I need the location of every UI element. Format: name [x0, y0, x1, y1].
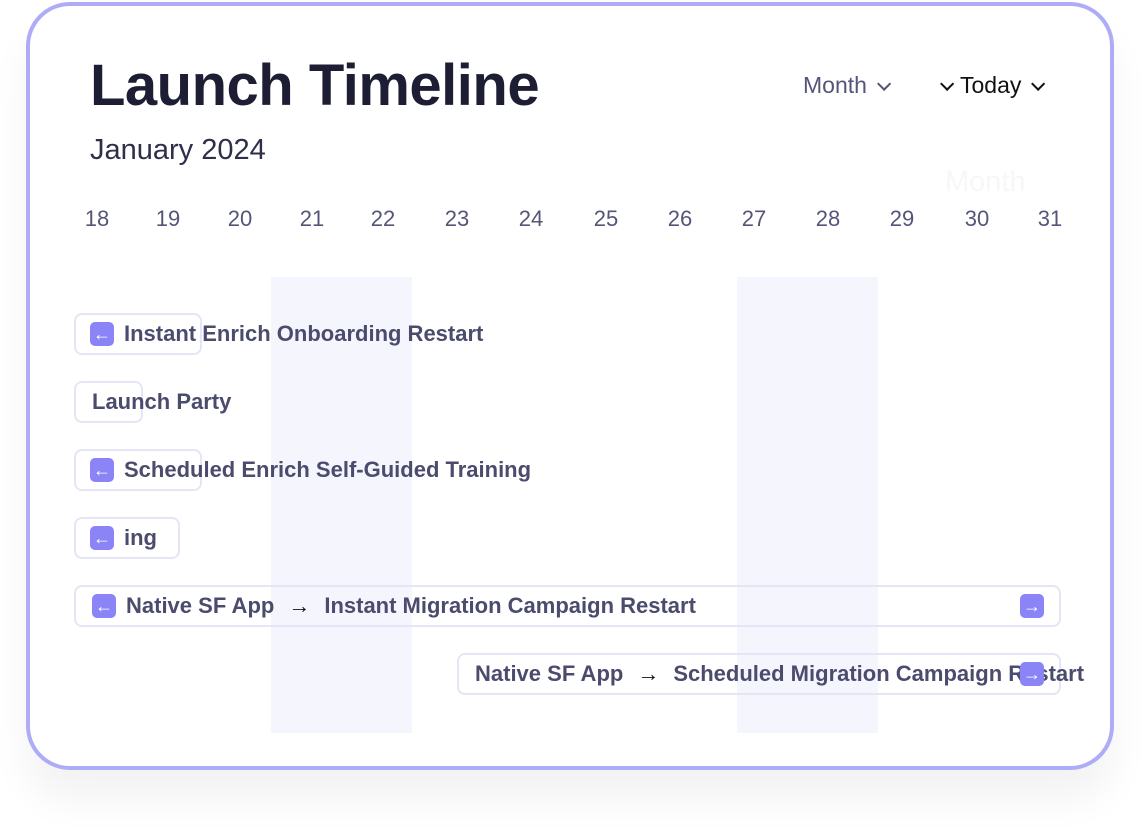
- event-source: Native SF App: [475, 661, 624, 686]
- day-label: 30: [964, 206, 990, 231]
- day-label: 27: [741, 206, 767, 231]
- event-target: Instant Migration Campaign Restart: [324, 593, 696, 618]
- today-label: Today: [960, 72, 1022, 98]
- arrow-right-icon[interactable]: →: [1020, 594, 1044, 618]
- day-label: 25: [593, 206, 619, 231]
- day-label: 23: [444, 206, 470, 231]
- event-label: ing: [124, 525, 157, 550]
- month-label: January 2024: [90, 134, 266, 166]
- arrow-right-icon[interactable]: →: [1020, 662, 1044, 686]
- arrow-left-icon[interactable]: ←: [90, 458, 114, 482]
- day-label: 21: [299, 206, 325, 231]
- day-label: 22: [370, 206, 396, 231]
- day-label: 26: [667, 206, 693, 231]
- arrow-left-icon[interactable]: ←: [90, 322, 114, 346]
- day-label: 31: [1037, 206, 1063, 231]
- event-label: Scheduled Enrich Self-Guided Training: [124, 457, 532, 482]
- event-row[interactable]: ← Instant Enrich Onboarding Restart: [74, 313, 674, 355]
- day-label: 18: [84, 206, 110, 231]
- event-row[interactable]: ← ing: [74, 517, 274, 559]
- event-label: Instant Enrich Onboarding Restart: [124, 321, 484, 346]
- event-row[interactable]: ← Scheduled Enrich Self-Guided Training: [74, 449, 674, 491]
- arrow-right-icon: →: [637, 661, 660, 686]
- ghost-label: Month: [945, 166, 1026, 198]
- chevron-down-icon: [940, 76, 955, 91]
- event-label: Launch Party: [92, 389, 232, 414]
- event-source: Native SF App: [126, 593, 275, 618]
- day-label: 28: [815, 206, 841, 231]
- day-label: 19: [155, 206, 181, 231]
- event-row[interactable]: Launch Party: [74, 381, 374, 423]
- event-row[interactable]: ← Native SF App → Instant Migration Camp…: [74, 585, 1061, 627]
- chevron-down-icon: [876, 76, 892, 91]
- day-label: 24: [518, 206, 544, 231]
- arrow-right-icon: →: [288, 593, 311, 618]
- arrow-left-icon[interactable]: ←: [90, 526, 114, 550]
- event-row[interactable]: Native SF App → Scheduled Migration Camp…: [457, 653, 1084, 695]
- day-axis: 18 19 20 21 22 23 24 25 26 27 28 29 30 3…: [30, 206, 1110, 236]
- view-select-label: Month: [803, 72, 867, 98]
- day-label: 20: [227, 206, 253, 231]
- timeline-card: Launch Timeline January 2024 Month Today…: [26, 2, 1114, 770]
- arrow-left-icon[interactable]: ←: [92, 594, 116, 618]
- page-title: Launch Timeline: [90, 53, 540, 118]
- chevron-down-icon: [1031, 76, 1046, 91]
- today-button[interactable]: Today: [940, 72, 1046, 99]
- day-label: 29: [889, 206, 915, 231]
- view-select[interactable]: Month: [803, 72, 892, 99]
